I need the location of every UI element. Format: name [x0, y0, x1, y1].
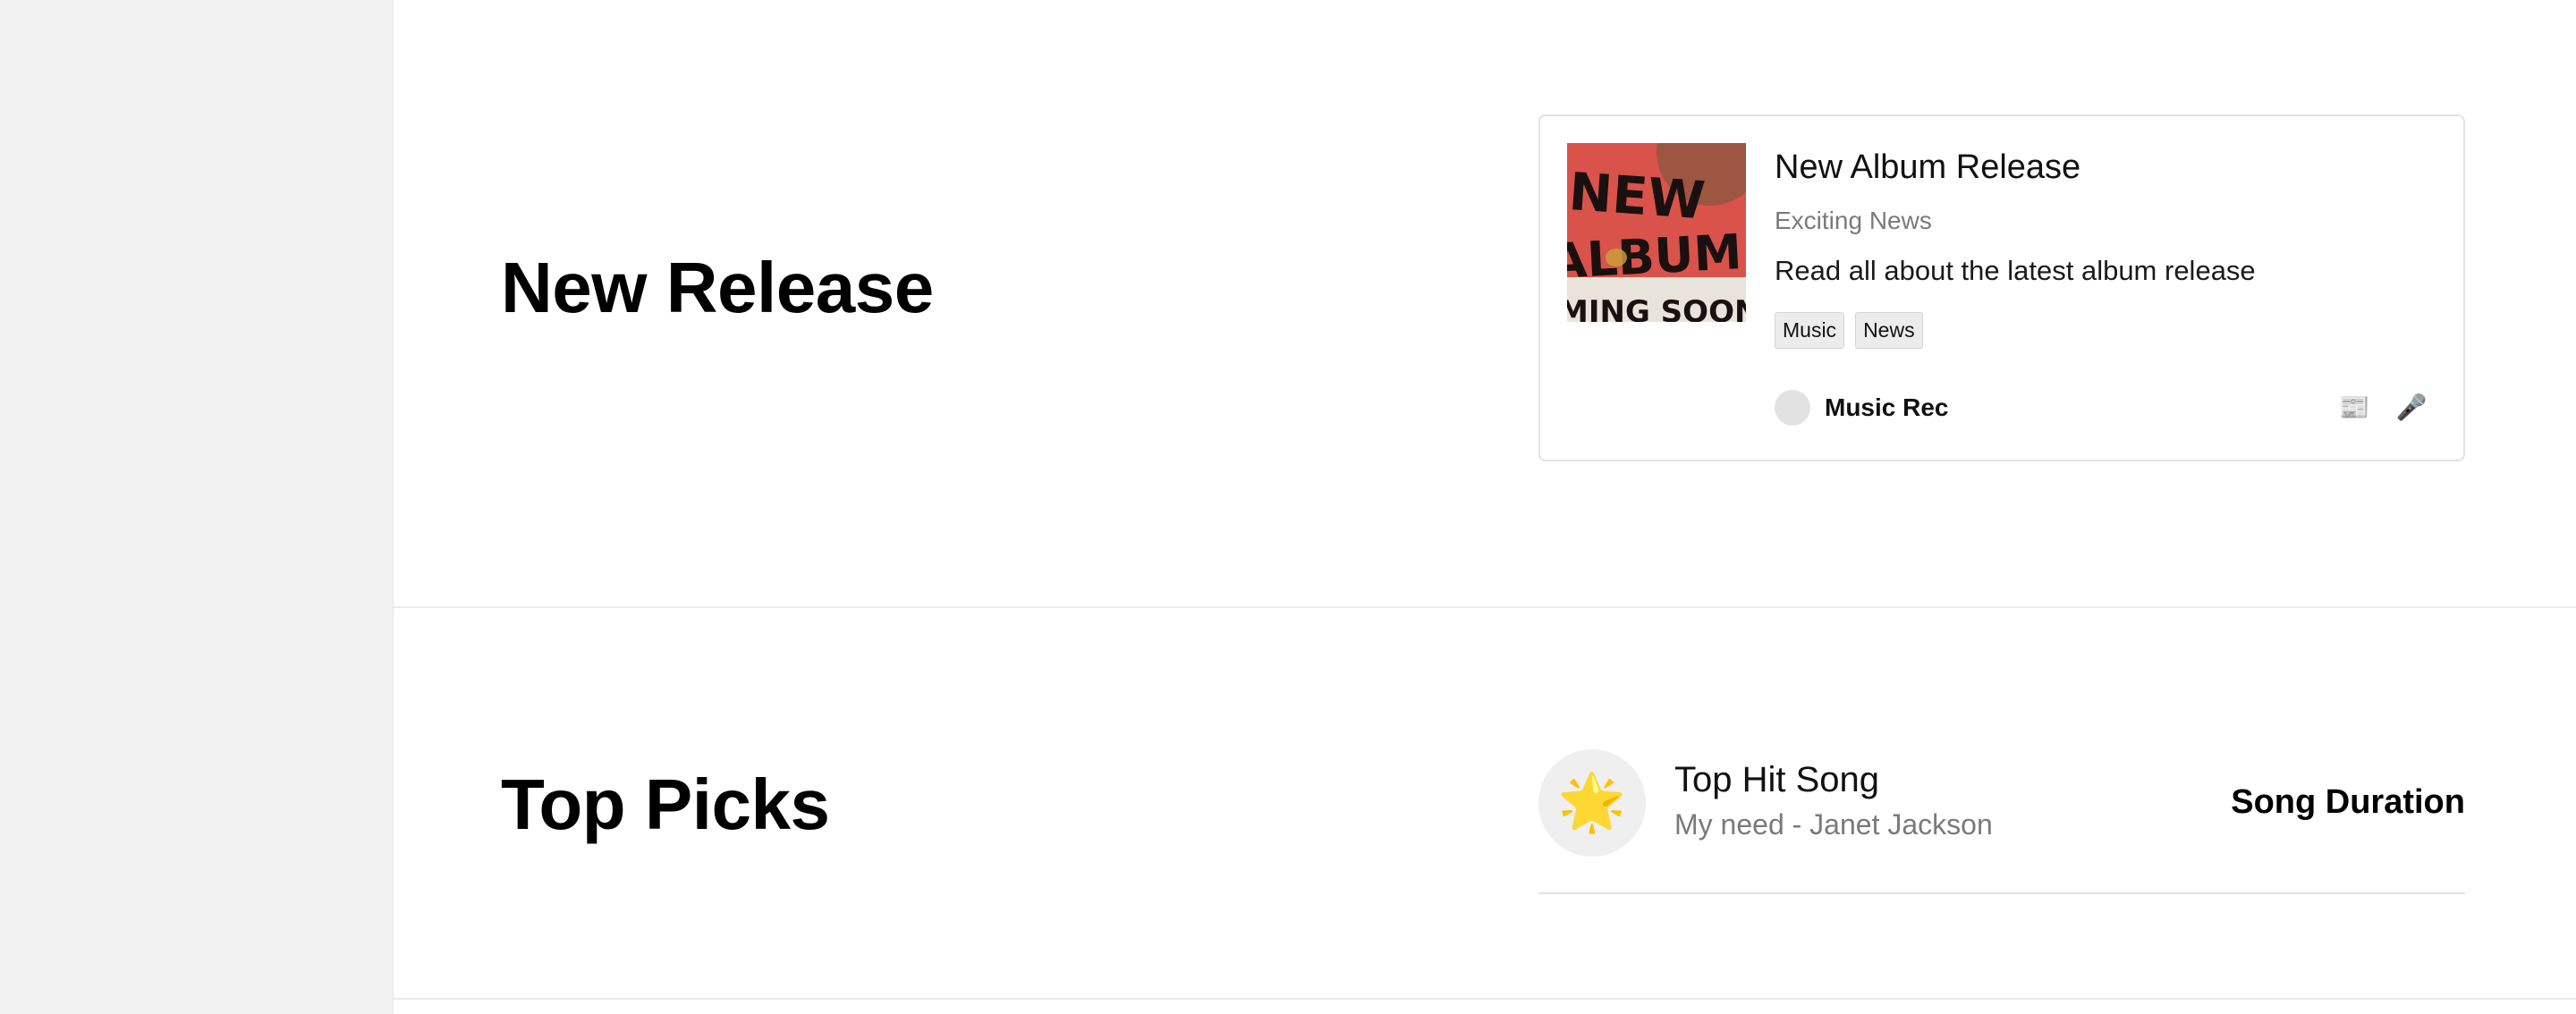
top-picks-section: Top Picks 🌟 Top Hit Song My need - Janet… — [394, 608, 2576, 1000]
card-description: Read all about the latest album release — [1775, 255, 2256, 286]
svg-text:NEW: NEW — [1567, 161, 1707, 231]
card-title[interactable]: New Album Release — [1775, 148, 2436, 187]
card-body: New Album Release Exciting News Read all… — [1775, 143, 2436, 349]
tag-music[interactable]: Music — [1775, 312, 1845, 349]
star-icon: 🌟 — [1538, 749, 1646, 857]
svg-text:MING SOON: MING SOON — [1567, 294, 1746, 322]
sidebar — [0, 0, 394, 1014]
svg-text:ALBUM: ALBUM — [1567, 224, 1743, 290]
album-cover-image: NEW ALBUM MING SOON — [1567, 143, 1746, 322]
album-release-card[interactable]: NEW ALBUM MING SOON New Album Release Ex… — [1538, 114, 2465, 461]
microphone-icon[interactable]: 🎤 — [2395, 392, 2428, 424]
section-title-new-release: New Release — [501, 248, 934, 327]
main-content: New Release NEW ALBUM MING SOON New Albu… — [394, 0, 2576, 1014]
card-footer: Music Rec 📰 🎤 — [1775, 388, 2436, 427]
song-artist: My need - Janet Jackson — [1674, 808, 1993, 841]
section-title-top-picks: Top Picks — [501, 765, 830, 844]
newspaper-icon[interactable]: 📰 — [2338, 392, 2370, 424]
tag-news[interactable]: News — [1855, 312, 1923, 349]
tag-list: Music News — [1775, 312, 2436, 349]
song-title: Top Hit Song — [1674, 760, 1880, 799]
album-cover-art: NEW ALBUM MING SOON — [1567, 143, 1746, 322]
song-duration: Song Duration — [2231, 783, 2465, 821]
author-name[interactable]: Music Rec — [1825, 393, 1949, 422]
new-release-section: New Release NEW ALBUM MING SOON New Albu… — [394, 0, 2576, 608]
card-subtitle: Exciting News — [1775, 207, 1932, 234]
author-avatar[interactable] — [1775, 390, 1810, 426]
top-pick-item[interactable]: 🌟 Top Hit Song My need - Janet Jackson S… — [1538, 749, 2465, 894]
